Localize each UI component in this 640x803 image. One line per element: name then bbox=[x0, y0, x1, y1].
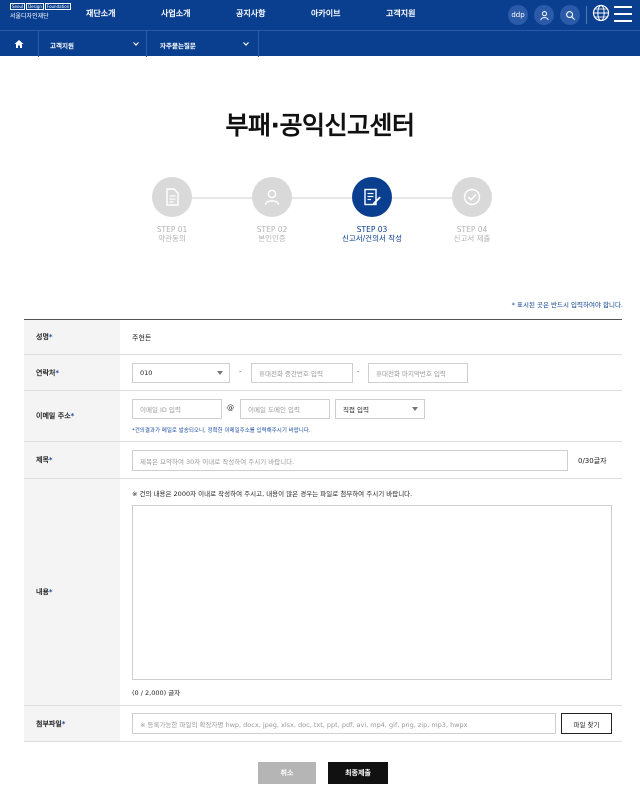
field-label: 제목 bbox=[36, 456, 49, 464]
user-icon bbox=[539, 10, 549, 20]
field-label: 내용 bbox=[36, 588, 49, 596]
form-edit-icon bbox=[364, 188, 381, 206]
required-mark: * bbox=[61, 719, 66, 728]
site-logo[interactable]: Seoul Design Foundation 서울디자인재단 bbox=[10, 3, 72, 27]
caret-down-icon bbox=[217, 371, 223, 375]
step-2: STEP 02 본인인증 bbox=[222, 177, 322, 244]
required-mark: * bbox=[48, 333, 53, 341]
menu-item-notice[interactable]: 공지사항 bbox=[236, 8, 265, 19]
name-value: 주현돈 bbox=[132, 334, 152, 342]
step-number: STEP 04 bbox=[456, 225, 488, 234]
attachment-input[interactable]: ※ 등록가능한 파일의 확장자명 hwp, docx, jpeg, xlsx, … bbox=[132, 713, 556, 734]
globe-icon[interactable] bbox=[592, 4, 610, 22]
menu-item-archive[interactable]: 아카이브 bbox=[311, 8, 340, 19]
field-label: 첨부파일 bbox=[36, 719, 62, 728]
form-row-email: 이메일 주소 * 이메일 ID 입력 @ 이메일 도메인 입력 직접 입력 *건의… bbox=[24, 391, 622, 442]
submit-button[interactable]: 최종제출 bbox=[328, 762, 388, 784]
required-mark: * bbox=[48, 456, 53, 464]
phone-middle-input[interactable]: 휴대전화 중간번호 입력 bbox=[251, 363, 353, 383]
breadcrumb-level1[interactable]: 고객지원 bbox=[50, 40, 74, 50]
step-name: 약관동의 bbox=[158, 234, 186, 243]
menu-item-support[interactable]: 고객지원 bbox=[386, 8, 415, 19]
menu-item-business[interactable]: 사업소개 bbox=[161, 8, 190, 19]
step-number: STEP 02 bbox=[256, 225, 288, 234]
step-name: 본인인증 bbox=[258, 234, 286, 243]
ddp-button[interactable]: ddp bbox=[508, 5, 528, 25]
phone-prefix-value: 010 bbox=[140, 369, 153, 377]
field-label: 성명 bbox=[36, 333, 49, 341]
form-row-contact: 연락처 * 010 - 휴대전화 중간번호 입력 - 휴대전화 마지막번호 입력 bbox=[24, 355, 622, 391]
phone-last-input[interactable]: 휴대전화 마지막번호 입력 bbox=[368, 363, 468, 383]
chevron-down-icon[interactable] bbox=[242, 40, 250, 48]
content-guide: ※ 건의 내용은 2000자 이내로 작성하여 주시고, 내용이 많은 경우는 … bbox=[132, 490, 413, 498]
step-4: STEP 04 신고서 제출 bbox=[422, 177, 522, 244]
step-3: STEP 03 신고서/건의서 작성 bbox=[322, 177, 422, 244]
field-label: 이메일 주소 bbox=[36, 412, 71, 420]
form-row-attachment: 첨부파일 * ※ 등록가능한 파일의 확장자명 hwp, docx, jpeg, … bbox=[24, 706, 622, 742]
logo-text: 서울디자인재단 bbox=[10, 13, 49, 20]
home-icon[interactable] bbox=[14, 39, 24, 49]
required-mark: * bbox=[48, 588, 53, 596]
check-icon bbox=[463, 188, 481, 206]
document-icon bbox=[166, 188, 179, 206]
form-row-content: 내용 * ※ 건의 내용은 2000자 이내로 작성하여 주시고, 내용이 많은 … bbox=[24, 479, 622, 706]
form-row-name: 성명 * 주현돈 bbox=[24, 320, 622, 355]
subject-counter: 0/30글자 bbox=[578, 457, 607, 465]
email-id-input[interactable]: 이메일 ID 입력 bbox=[132, 399, 222, 419]
logo-word: Foundation bbox=[44, 3, 72, 10]
caret-down-icon bbox=[412, 407, 418, 411]
login-button[interactable] bbox=[534, 5, 554, 25]
file-browse-button[interactable]: 파일 찾기 bbox=[561, 713, 612, 734]
required-mark: * bbox=[55, 368, 59, 377]
menu-item-about[interactable]: 재단소개 bbox=[86, 8, 115, 19]
email-domain-select[interactable]: 직접 입력 bbox=[335, 399, 425, 419]
logo-word: Seoul bbox=[10, 3, 26, 10]
email-note: *건의결과가 메일로 발송되오니, 정확한 이메일주소를 입력해주시기 바랍니다… bbox=[132, 428, 311, 434]
required-notice: * 표시된 곳은 반드시 입력하여야 합니다. bbox=[511, 301, 623, 309]
field-label: 연락처 bbox=[36, 368, 56, 377]
form-row-subject: 제목 * 제목은 요약하여 30자 이내로 작성하여 주시기 바랍니다. 0/30… bbox=[24, 442, 622, 479]
step-number: STEP 03 bbox=[356, 225, 388, 234]
required-mark: * bbox=[70, 412, 75, 420]
search-icon bbox=[565, 10, 575, 20]
cancel-button[interactable]: 취소 bbox=[258, 762, 316, 784]
divider bbox=[586, 6, 587, 24]
hamburger-icon[interactable] bbox=[614, 6, 632, 22]
step-number: STEP 01 bbox=[156, 225, 188, 234]
breadcrumb: 고객지원 자주묻는질문 bbox=[0, 30, 640, 57]
search-button[interactable] bbox=[560, 5, 580, 25]
content-textarea[interactable] bbox=[132, 505, 612, 680]
phone-prefix-select[interactable]: 010 bbox=[132, 363, 230, 383]
step-name: 신고서 제출 bbox=[453, 234, 491, 243]
ddp-label: ddp bbox=[511, 11, 525, 19]
top-navigation: Seoul Design Foundation 서울디자인재단 재단소개 사업소… bbox=[0, 0, 640, 30]
step-1: STEP 01 약관동의 bbox=[122, 177, 222, 244]
email-domain-select-value: 직접 입력 bbox=[343, 406, 369, 414]
content-counter: (0 / 2,000) 글자 bbox=[132, 689, 181, 697]
step-name: 신고서/건의서 작성 bbox=[341, 234, 403, 243]
subject-input[interactable]: 제목은 요약하여 30자 이내로 작성하여 주시기 바랍니다. bbox=[132, 450, 568, 471]
logo-word: Design bbox=[26, 3, 44, 10]
email-domain-input[interactable]: 이메일 도메인 입력 bbox=[240, 399, 330, 419]
page-title: 부패·공익신고센터 bbox=[225, 111, 416, 140]
report-form: 성명 * 주현돈 연락처 * 010 - 휴대전화 중간번호 입력 - 휴대전화 마… bbox=[24, 319, 622, 742]
email-at: @ bbox=[227, 404, 234, 412]
person-icon bbox=[264, 189, 280, 206]
breadcrumb-level2[interactable]: 자주묻는질문 bbox=[160, 40, 196, 50]
chevron-down-icon[interactable] bbox=[132, 40, 140, 48]
